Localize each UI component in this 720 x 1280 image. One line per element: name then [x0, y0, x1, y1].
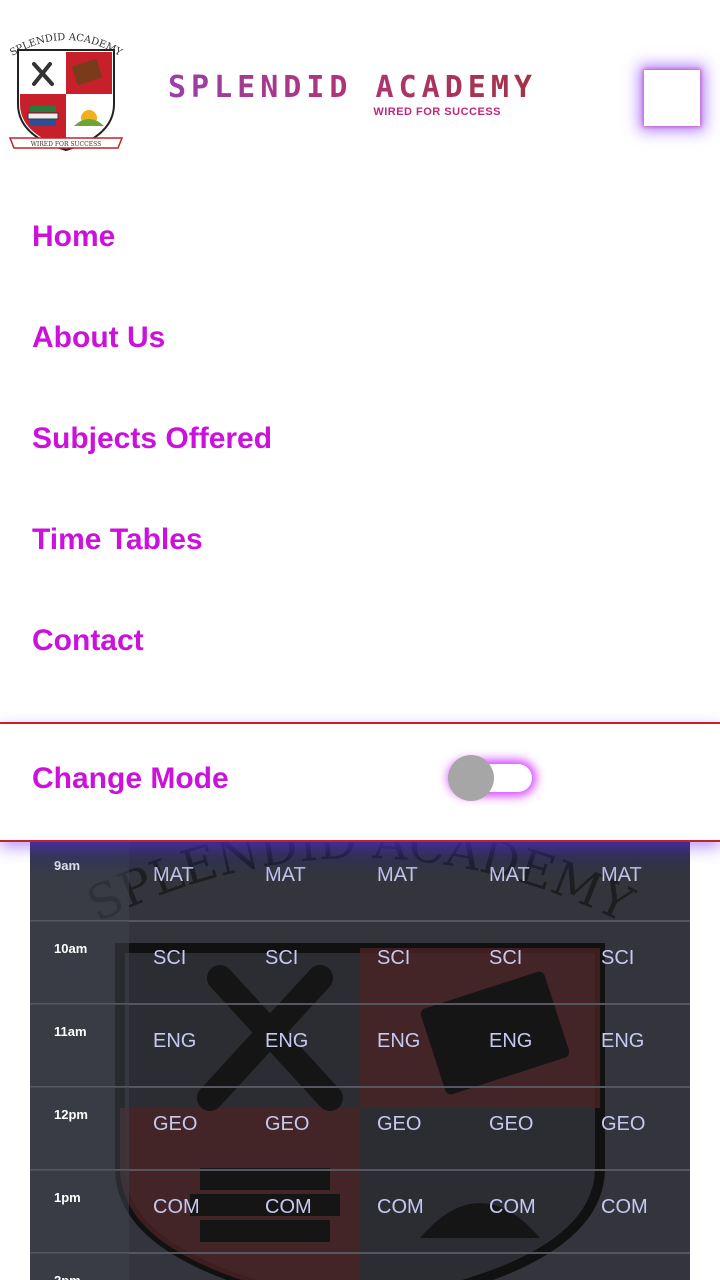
- subject-cell[interactable]: SCI: [377, 947, 410, 970]
- subject-cell[interactable]: ENG: [153, 1030, 196, 1053]
- time-label: 2pm: [54, 1273, 81, 1280]
- timetable-row: 12pm GEO GEO GEO GEO GEO: [30, 1087, 690, 1171]
- subject-cell[interactable]: SCI: [153, 947, 186, 970]
- subject-cell[interactable]: SCI: [265, 947, 298, 970]
- subject-cell[interactable]: GEO: [265, 1113, 309, 1136]
- subject-cell[interactable]: SCI: [489, 947, 522, 970]
- time-label: 11am: [54, 1024, 87, 1039]
- time-label: 9am: [54, 858, 81, 873]
- timetable: SPLENDID ACADEMY 9am MAT MAT MAT MAT MAT…: [30, 838, 690, 1280]
- subject-cell[interactable]: MAT: [153, 864, 194, 887]
- nav-item-subjects-offered[interactable]: Subjects Offered: [0, 388, 720, 489]
- nav-item-about-us[interactable]: About Us: [0, 287, 720, 388]
- hamburger-menu-icon[interactable]: [644, 70, 700, 126]
- timetable-row: 2pm: [30, 1253, 690, 1280]
- subject-cell[interactable]: GEO: [153, 1113, 197, 1136]
- timetable-row: 10am SCI SCI SCI SCI SCI: [30, 921, 690, 1005]
- subject-cell[interactable]: MAT: [601, 864, 642, 887]
- timetable-row: 11am ENG ENG ENG ENG ENG: [30, 1004, 690, 1088]
- site-header: SPLENDID ACADEMY WIRED FOR SUCCESS SPLEN…: [0, 0, 720, 190]
- subject-cell[interactable]: ENG: [377, 1030, 420, 1053]
- change-mode-bar: Change Mode: [0, 722, 720, 842]
- nav-item-contact[interactable]: Contact: [0, 590, 720, 691]
- timetable-row: 1pm COM COM COM COM COM: [30, 1170, 690, 1254]
- dark-mode-toggle[interactable]: [448, 755, 532, 801]
- subject-cell[interactable]: ENG: [265, 1030, 308, 1053]
- subject-cell[interactable]: COM: [153, 1196, 200, 1219]
- crest-motto: WIRED FOR SUCCESS: [31, 141, 102, 148]
- subject-cell[interactable]: GEO: [489, 1113, 533, 1136]
- brand-tagline: WIRED FOR SUCCESS: [373, 106, 501, 118]
- subject-cell[interactable]: MAT: [265, 864, 306, 887]
- brand-logo[interactable]: SPLENDID ACADEMY WIRED FOR SUCCESS: [168, 70, 532, 122]
- subject-cell[interactable]: SCI: [601, 947, 634, 970]
- change-mode-label: Change Mode: [32, 762, 229, 795]
- time-label: 10am: [54, 941, 88, 956]
- brand-title: SPLENDID ACADEMY: [168, 70, 537, 105]
- timetable-row: 9am MAT MAT MAT MAT MAT: [30, 838, 690, 922]
- time-label: 12pm: [54, 1107, 88, 1122]
- subject-cell[interactable]: ENG: [489, 1030, 532, 1053]
- subject-cell[interactable]: COM: [601, 1196, 648, 1219]
- subject-cell[interactable]: MAT: [377, 864, 418, 887]
- toggle-switch-icon: [448, 755, 494, 801]
- subject-cell[interactable]: COM: [377, 1196, 424, 1219]
- subject-cell[interactable]: GEO: [377, 1113, 421, 1136]
- time-label: 1pm: [54, 1190, 81, 1205]
- nav-item-home[interactable]: Home: [0, 186, 720, 287]
- subject-cell[interactable]: GEO: [601, 1113, 645, 1136]
- subject-cell[interactable]: ENG: [601, 1030, 644, 1053]
- subject-cell[interactable]: MAT: [489, 864, 530, 887]
- main-nav-menu: Home About Us Subjects Offered Time Tabl…: [0, 186, 720, 691]
- nav-item-time-tables[interactable]: Time Tables: [0, 489, 720, 590]
- crest-logo-icon[interactable]: SPLENDID ACADEMY WIRED FOR SUCCESS: [2, 26, 130, 156]
- subject-cell[interactable]: COM: [265, 1196, 312, 1219]
- subject-cell[interactable]: COM: [489, 1196, 536, 1219]
